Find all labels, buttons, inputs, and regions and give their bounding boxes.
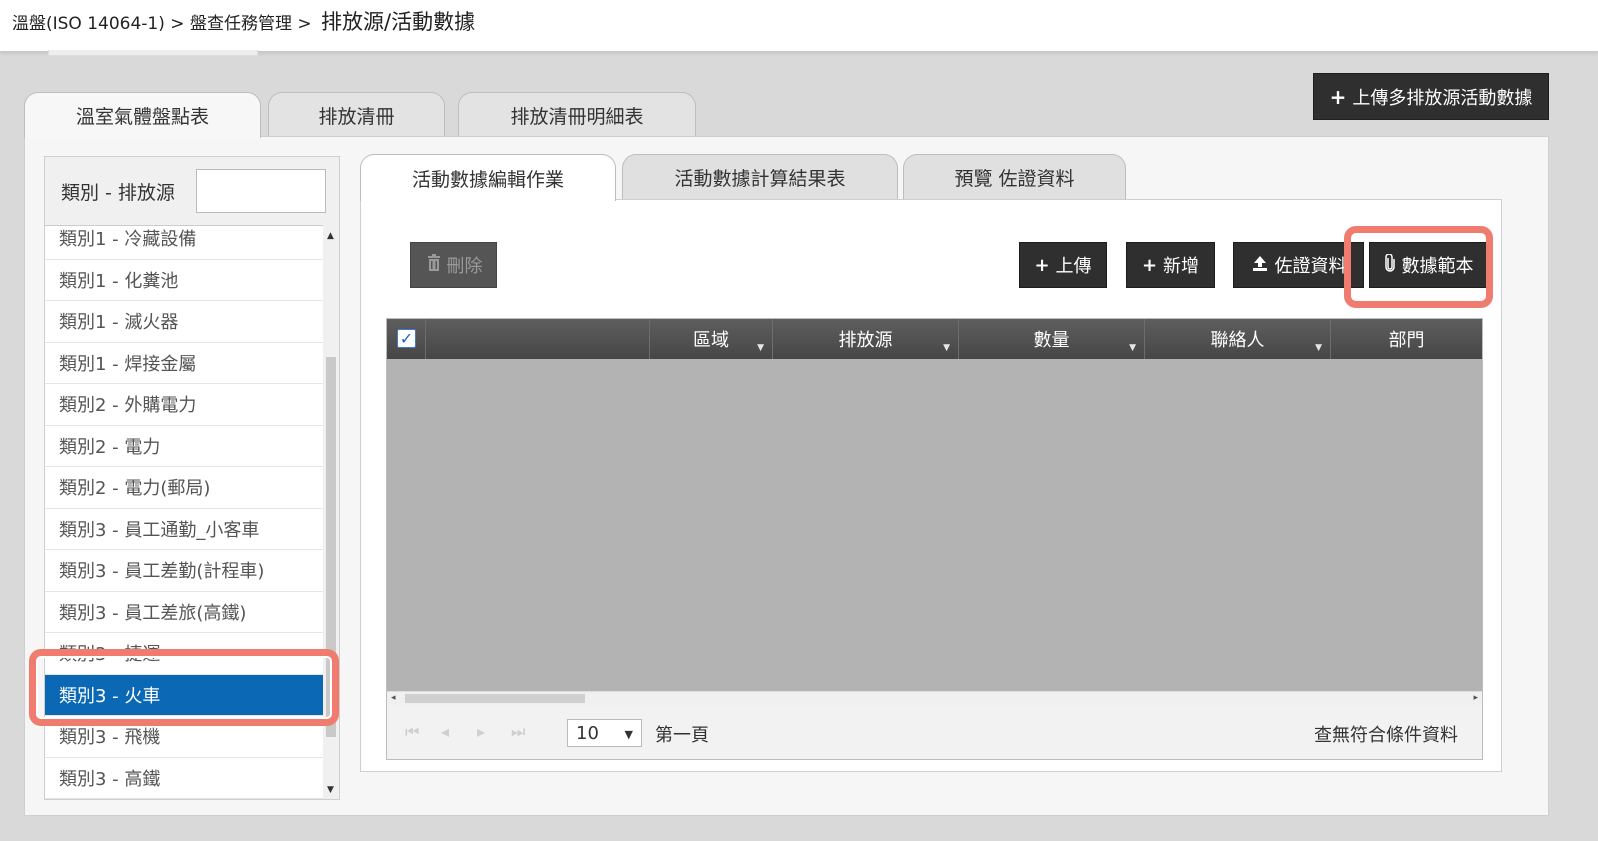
- filter-icon[interactable]: ▼: [1129, 343, 1136, 353]
- sidebar-item-2[interactable]: 類別1 - 滅火器: [45, 301, 323, 343]
- select-all-cell: ✓: [387, 319, 426, 359]
- data-template-label: 數據範本: [1401, 256, 1474, 277]
- filter-label: 類別 - 排放源: [61, 181, 175, 204]
- tab-label: 排放清冊明細表: [510, 105, 644, 128]
- prev-page-icon[interactable]: ◂: [441, 722, 449, 741]
- tab-preview-evidence[interactable]: 預覽 佐證資料: [903, 154, 1126, 200]
- sidebar-item-11[interactable]: 類別3 - 火車: [45, 674, 323, 716]
- last-page-icon[interactable]: ⏭: [511, 722, 525, 742]
- emission-source-filter-input[interactable]: [196, 169, 326, 213]
- scrollbar-thumb[interactable]: [326, 357, 336, 737]
- upload-multi-source-button[interactable]: + 上傳多排放源活動數據: [1313, 73, 1549, 120]
- tab-emission-list-detail[interactable]: 排放清冊明細表: [458, 92, 696, 137]
- upload-label: 上傳: [1055, 256, 1092, 277]
- tab-ghg-inventory[interactable]: 溫室氣體盤點表: [24, 92, 261, 138]
- grid-header-blank: [426, 319, 650, 359]
- breadcrumb: 溫盤(ISO 14064-1) > 盤查任務管理 > 排放源/活動數據: [12, 6, 475, 36]
- add-button[interactable]: + 新增: [1126, 242, 1215, 288]
- sidebar-item-12[interactable]: 類別3 - 飛機: [45, 716, 323, 758]
- emission-source-list: 類別1 - 冷藏設備 類別1 - 化糞池 類別1 - 滅火器 類別1 - 焊接金屬 類別…: [45, 225, 323, 799]
- first-page-icon[interactable]: ⏮: [405, 722, 419, 742]
- column-header-label: 部門: [1388, 330, 1425, 351]
- sidebar-item-5[interactable]: 類別2 - 電力: [45, 426, 323, 467]
- filter-icon[interactable]: ▼: [943, 343, 950, 353]
- breadcrumb-link-task-management[interactable]: 盤查任務管理 >: [190, 14, 312, 34]
- plus-icon: +: [1034, 254, 1050, 276]
- chevron-down-icon: ▼: [624, 728, 633, 741]
- sidebar-item-3[interactable]: 類別1 - 焊接金屬: [45, 343, 323, 384]
- sidebar-item-9[interactable]: 類別3 - 員工差旅(高鐵): [45, 592, 323, 633]
- scroll-left-icon[interactable]: ◂: [391, 693, 396, 703]
- plus-icon: +: [1329, 84, 1347, 109]
- header-dropdown-edge: [48, 50, 258, 56]
- column-header-quantity[interactable]: 數量 ▼: [959, 319, 1145, 359]
- sidebar-item-10[interactable]: 類別3 - 捷運: [45, 633, 323, 675]
- tab-label: 預覽 佐證資料: [954, 168, 1075, 190]
- column-header-label: 排放源: [838, 330, 893, 351]
- tab-activity-data-edit[interactable]: 活動數據編輯作業: [360, 154, 616, 201]
- evidence-button[interactable]: 佐證資料: [1233, 242, 1364, 288]
- sidebar-item-8[interactable]: 類別3 - 員工差勤(計程車): [45, 550, 323, 592]
- column-header-label: 數量: [1033, 330, 1070, 351]
- tab-activity-data-results[interactable]: 活動數據計算結果表: [622, 154, 898, 200]
- grid-pager: ⏮ ◂ ▸ ⏭ 10 ▼ 第一頁 查無符合條件資料: [387, 705, 1482, 759]
- next-page-icon[interactable]: ▸: [477, 722, 485, 741]
- evidence-label: 佐證資料: [1274, 256, 1347, 277]
- column-header-area[interactable]: 區域 ▼: [650, 319, 773, 359]
- column-header-label: 聯絡人: [1210, 330, 1265, 351]
- plus-icon: +: [1141, 254, 1158, 276]
- grid-header: ✓ 區域 ▼ 排放源 ▼ 數量 ▼ 聯絡人 ▼ 部門: [387, 319, 1482, 359]
- column-header-label: 區域: [693, 330, 729, 351]
- tab-emission-list[interactable]: 排放清冊: [268, 92, 445, 137]
- sidebar-item-4[interactable]: 類別2 - 外購電力: [45, 384, 323, 426]
- sidebar-item-1[interactable]: 類別1 - 化糞池: [45, 260, 323, 301]
- filter-icon[interactable]: ▼: [1315, 343, 1322, 353]
- filter-icon[interactable]: ▼: [757, 343, 764, 353]
- upload-icon: [1251, 254, 1269, 277]
- scroll-up-icon[interactable]: ▲: [327, 231, 334, 241]
- top-bar: 溫盤(ISO 14064-1) > 盤查任務管理 > 排放源/活動數據: [0, 0, 1598, 56]
- delete-button[interactable]: 刪除: [410, 242, 497, 288]
- scroll-right-icon[interactable]: ▸: [1473, 693, 1478, 703]
- emission-source-sidebar: 類別 - 排放源 類別1 - 冷藏設備 類別1 - 化糞池 類別1 - 滅火器 類別1…: [44, 156, 340, 800]
- breadcrumb-link-carbon-inventory[interactable]: 溫盤(ISO 14064-1) >: [12, 14, 185, 34]
- list-scrollbar[interactable]: ▲ ▼: [323, 225, 339, 799]
- sidebar-item-6[interactable]: 類別2 - 電力(郵局): [45, 467, 323, 509]
- tab-label: 溫室氣體盤點表: [75, 106, 209, 128]
- column-header-emission-source[interactable]: 排放源 ▼: [773, 319, 959, 359]
- data-template-button[interactable]: 數據範本: [1369, 242, 1488, 288]
- tab-label: 活動數據計算結果表: [674, 168, 846, 190]
- scroll-down-icon[interactable]: ▼: [327, 785, 334, 795]
- sidebar-item-0[interactable]: 類別1 - 冷藏設備: [45, 226, 323, 260]
- page-size-value: 10: [576, 722, 599, 744]
- upload-button[interactable]: + 上傳: [1019, 242, 1107, 288]
- upload-multi-source-label: 上傳多排放源活動數據: [1352, 87, 1533, 109]
- page-size-select[interactable]: 10 ▼: [567, 719, 642, 747]
- sidebar-item-7[interactable]: 類別3 - 員工通勤_小客車: [45, 509, 323, 550]
- delete-label: 刪除: [446, 256, 483, 277]
- activity-data-grid: ✓ 區域 ▼ 排放源 ▼ 數量 ▼ 聯絡人 ▼ 部門 ◂ ▸ ⏮ ◂ ▸ ⏭ 1…: [386, 318, 1483, 760]
- page-title: 排放源/活動數據: [321, 10, 476, 34]
- scrollbar-thumb[interactable]: [405, 694, 585, 703]
- column-header-department[interactable]: 部門: [1331, 319, 1482, 359]
- no-data-message: 查無符合條件資料: [1314, 725, 1458, 746]
- tab-label: 排放清冊: [318, 105, 395, 128]
- add-label: 新增: [1163, 256, 1200, 277]
- column-header-contact[interactable]: 聯絡人 ▼: [1145, 319, 1331, 359]
- grid-horizontal-scrollbar[interactable]: ◂ ▸: [387, 691, 1482, 705]
- paperclip-icon: [1384, 252, 1396, 277]
- select-all-checkbox[interactable]: ✓: [397, 329, 416, 348]
- page-label: 第一頁: [655, 725, 709, 746]
- trash-icon: [425, 253, 443, 277]
- sidebar-item-13[interactable]: 類別3 - 高鐵: [45, 758, 323, 799]
- tab-label: 活動數據編輯作業: [411, 168, 564, 191]
